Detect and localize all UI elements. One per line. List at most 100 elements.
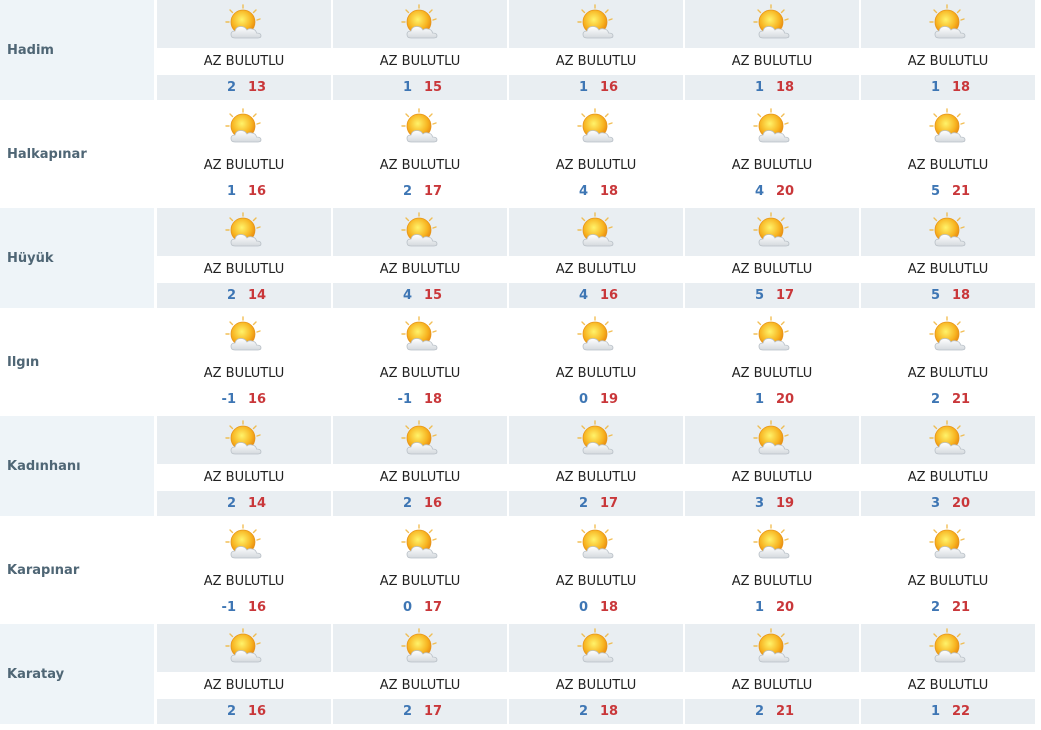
partly-cloudy-sun-icon [577,628,617,668]
day-forecast-cell: AZ BULUTLU 2 21 [861,520,1035,620]
temperature-range: 1 18 [861,75,1035,100]
city-row: Karapınar AZ BULUTLU -1 16 AZ BULUTLU 0 17 AZ B… [0,520,1041,622]
temperature-range: 2 17 [509,491,683,516]
condition-text: AZ BULUTLU [203,678,285,693]
condition-text: AZ BULUTLU [379,54,461,69]
partly-cloudy-sun-icon [753,524,793,564]
partly-cloudy-sun-icon [929,4,969,44]
day-forecast-cell: AZ BULUTLU 2 18 [509,624,683,724]
city-row: Ilgın AZ BULUTLU -1 16 AZ BULUTLU -1 18 AZ BULU… [0,312,1041,414]
min-temperature: 5 [930,184,940,199]
max-temperature: 18 [951,80,971,95]
temperature-range: 3 20 [861,491,1035,516]
condition-text: AZ BULUTLU [555,366,637,381]
temperature-range: 4 16 [509,283,683,308]
min-temperature: 2 [402,704,412,719]
day-forecast-cell: AZ BULUTLU 1 20 [685,520,859,620]
max-temperature: 16 [247,704,267,719]
city-name[interactable]: Hüyük [0,208,154,308]
day-forecast-cell: AZ BULUTLU 1 16 [157,104,331,204]
partly-cloudy-sun-icon [753,4,793,44]
city-name[interactable]: Karapınar [0,520,154,620]
partly-cloudy-sun-icon [929,524,969,564]
condition-text: AZ BULUTLU [731,262,813,277]
condition-text: AZ BULUTLU [731,158,813,173]
min-temperature: 2 [226,496,236,511]
max-temperature: 16 [247,600,267,615]
condition-text: AZ BULUTLU [555,678,637,693]
temperature-range: 4 18 [509,179,683,204]
max-temperature: 15 [423,80,443,95]
city-name[interactable]: Kadınhanı [0,416,154,516]
day-forecast-cell: AZ BULUTLU 5 18 [861,208,1035,308]
day-forecast-cell: AZ BULUTLU 3 19 [685,416,859,516]
city-row: Halkapınar AZ BULUTLU 1 16 AZ BULUTLU 2 17 AZ B… [0,104,1041,206]
temperature-range: 2 16 [157,699,331,724]
day-forecast-cell: AZ BULUTLU 2 21 [861,312,1035,412]
max-temperature: 17 [423,600,443,615]
temperature-range: 4 15 [333,283,507,308]
max-temperature: 20 [775,184,795,199]
partly-cloudy-sun-icon [577,212,617,252]
temperature-range: 2 16 [333,491,507,516]
temperature-range: 2 13 [157,75,331,100]
day-forecast-cell: AZ BULUTLU 4 20 [685,104,859,204]
partly-cloudy-sun-icon [753,628,793,668]
partly-cloudy-sun-icon [753,420,793,460]
day-forecast-cell: AZ BULUTLU 1 15 [333,0,507,100]
day-forecast-cell: AZ BULUTLU 5 17 [685,208,859,308]
day-forecast-cell: AZ BULUTLU 2 17 [333,104,507,204]
partly-cloudy-sun-icon [753,316,793,356]
min-temperature: 2 [930,600,940,615]
max-temperature: 22 [951,704,971,719]
city-name[interactable]: Hadim [0,0,154,100]
condition-text: AZ BULUTLU [555,54,637,69]
condition-text: AZ BULUTLU [555,158,637,173]
day-forecast-cell: AZ BULUTLU 0 17 [333,520,507,620]
max-temperature: 19 [775,496,795,511]
max-temperature: 16 [247,184,267,199]
day-forecast-cell: AZ BULUTLU 2 17 [509,416,683,516]
partly-cloudy-sun-icon [929,212,969,252]
partly-cloudy-sun-icon [929,420,969,460]
city-name[interactable]: Halkapınar [0,104,154,204]
min-temperature: 0 [578,600,588,615]
min-temperature: 2 [226,704,236,719]
temperature-range: 1 16 [509,75,683,100]
min-temperature: 4 [578,184,588,199]
max-temperature: 18 [599,704,619,719]
max-temperature: 15 [423,288,443,303]
city-name[interactable]: Karatay [0,624,154,724]
condition-text: AZ BULUTLU [731,54,813,69]
min-temperature: 2 [226,288,236,303]
min-temperature: 3 [930,496,940,511]
temperature-range: 5 17 [685,283,859,308]
condition-text: AZ BULUTLU [203,366,285,381]
day-forecast-cell: AZ BULUTLU 2 16 [333,416,507,516]
city-name[interactable]: Ilgın [0,312,154,412]
partly-cloudy-sun-icon [225,524,265,564]
day-forecast-cell: AZ BULUTLU 2 16 [157,624,331,724]
min-temperature: 2 [402,184,412,199]
condition-text: AZ BULUTLU [203,262,285,277]
temperature-range: 2 21 [861,595,1035,620]
temperature-range: 4 20 [685,179,859,204]
condition-text: AZ BULUTLU [379,262,461,277]
min-temperature: 5 [754,288,764,303]
day-forecast-cell: AZ BULUTLU 5 21 [861,104,1035,204]
temperature-range: 2 17 [333,179,507,204]
min-temperature: 0 [402,600,412,615]
condition-text: AZ BULUTLU [379,470,461,485]
max-temperature: 16 [599,288,619,303]
condition-text: AZ BULUTLU [555,470,637,485]
min-temperature: 1 [930,704,940,719]
min-temperature: 1 [578,80,588,95]
min-temperature: 1 [226,184,236,199]
condition-text: AZ BULUTLU [379,574,461,589]
condition-text: AZ BULUTLU [907,470,989,485]
day-forecast-cell: AZ BULUTLU 2 14 [157,208,331,308]
temperature-range: 5 21 [861,179,1035,204]
temperature-range: 2 14 [157,491,331,516]
max-temperature: 21 [951,184,971,199]
min-temperature: 4 [578,288,588,303]
